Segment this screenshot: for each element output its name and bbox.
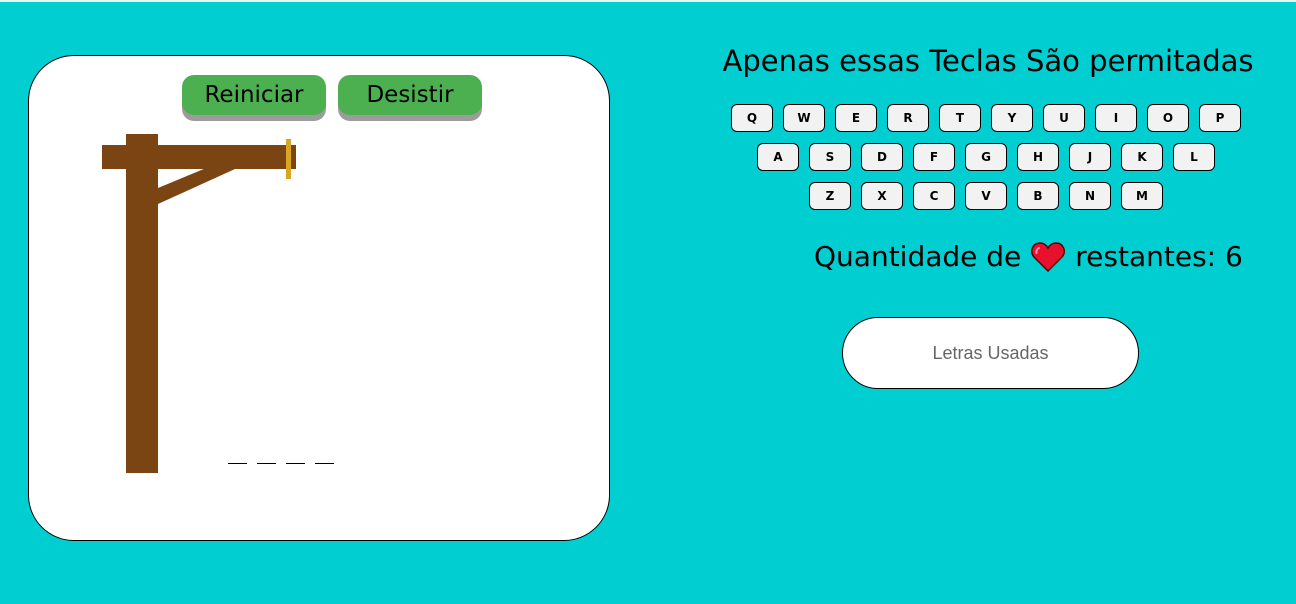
word-slots [228, 462, 334, 464]
key-m[interactable]: M [1121, 182, 1163, 210]
key-e[interactable]: E [835, 104, 877, 132]
key-z[interactable]: Z [809, 182, 851, 210]
key-u[interactable]: U [1043, 104, 1085, 132]
key-a[interactable]: A [757, 143, 799, 171]
key-p[interactable]: P [1199, 104, 1241, 132]
word-slot [257, 462, 276, 464]
keyboard-row-1: QWERTYUIOP [731, 104, 1241, 132]
key-k[interactable]: K [1121, 143, 1163, 171]
key-s[interactable]: S [809, 143, 851, 171]
key-b[interactable]: B [1017, 182, 1059, 210]
key-d[interactable]: D [861, 143, 903, 171]
key-h[interactable]: H [1017, 143, 1059, 171]
key-x[interactable]: X [861, 182, 903, 210]
key-g[interactable]: G [965, 143, 1007, 171]
key-n[interactable]: N [1069, 182, 1111, 210]
key-j[interactable]: J [1069, 143, 1111, 171]
key-r[interactable]: R [887, 104, 929, 132]
game-panel: Reiniciar Desistir [28, 55, 610, 541]
top-strip [0, 0, 1296, 2]
key-c[interactable]: C [913, 182, 955, 210]
keyboard-row-2: ASDFGHJKL [757, 143, 1215, 171]
key-y[interactable]: Y [991, 104, 1033, 132]
word-slot [315, 462, 334, 464]
word-slot [228, 462, 247, 464]
key-w[interactable]: W [783, 104, 825, 132]
page-title: Apenas essas Teclas São permitadas [722, 44, 1254, 78]
key-v[interactable]: V [965, 182, 1007, 210]
used-letters-box: Letras Usadas [842, 317, 1139, 389]
key-f[interactable]: F [913, 143, 955, 171]
keyboard-row-3: ZXCVBNM [809, 182, 1163, 210]
word-slot [286, 462, 305, 464]
key-i[interactable]: I [1095, 104, 1137, 132]
lives-label-before: Quantidade de [814, 240, 1022, 273]
key-l[interactable]: L [1173, 143, 1215, 171]
gallows-beam [102, 145, 296, 169]
lives-label-after: restantes: 6 [1075, 240, 1243, 273]
gallows-illustration [102, 134, 296, 473]
heart-icon [1031, 241, 1066, 272]
key-q[interactable]: Q [731, 104, 773, 132]
key-t[interactable]: T [939, 104, 981, 132]
gallows-post [126, 134, 158, 473]
gallows-rope [286, 139, 291, 179]
lives-counter: Quantidade de restantes: 6 [814, 240, 1243, 273]
key-o[interactable]: O [1147, 104, 1189, 132]
